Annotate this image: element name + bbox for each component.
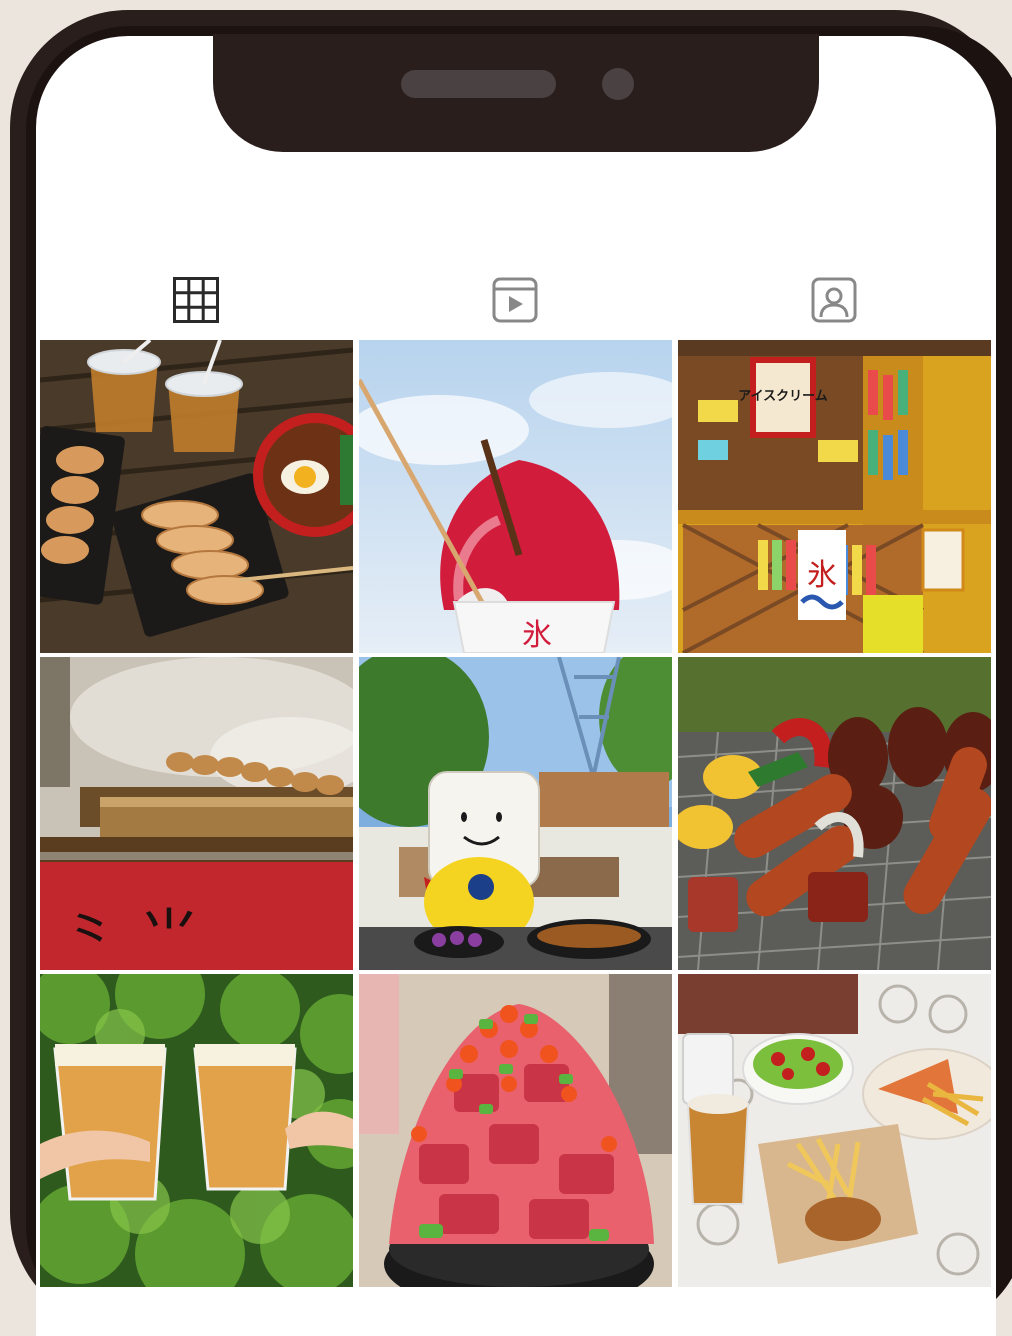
post-thumbnail[interactable] [40,340,353,653]
post-thumbnail[interactable]: ⺀ ⺌ [40,657,353,970]
food-stall-photo: アイスクリーム 氷 [678,340,991,653]
speaker-grille [401,70,556,98]
tuna-bowl-photo [359,974,672,1287]
play-square-icon [492,277,538,323]
post-thumbnail[interactable] [678,974,991,1287]
post-thumbnail[interactable] [359,974,672,1287]
post-grid: 氷 アイスクリーム 氷 ⺀ ⺌ [40,340,992,1287]
post-thumbnail[interactable] [359,657,672,970]
mascot-photo [359,657,672,970]
post-thumbnail[interactable]: アイスクリーム 氷 [678,340,991,653]
stall-sign-text: アイスクリーム [738,389,828,404]
svg-text:⺀ ⺌: ⺀ ⺌ [60,902,199,970]
tab-reels[interactable] [485,270,545,330]
post-thumbnail[interactable] [678,657,991,970]
person-tag-icon [811,277,857,323]
bbq-grill-photo [678,657,991,970]
banner-text: 氷 [807,558,837,593]
post-thumbnail[interactable] [40,974,353,1287]
post-thumbnail[interactable]: 氷 [359,340,672,653]
cup-sign-text: 氷 [522,618,552,653]
shaved-ice-photo: 氷 [359,340,672,653]
grid-icon [173,277,219,323]
front-camera [602,68,634,100]
yakitori-grill-photo: ⺀ ⺌ [40,657,353,970]
tab-tagged[interactable] [804,270,864,330]
gyoza-beer-photo [40,340,353,653]
beer-toast-photo [40,974,353,1287]
tab-posts[interactable] [166,270,226,330]
outdoor-table-photo [678,974,991,1287]
profile-tabs [40,270,992,330]
